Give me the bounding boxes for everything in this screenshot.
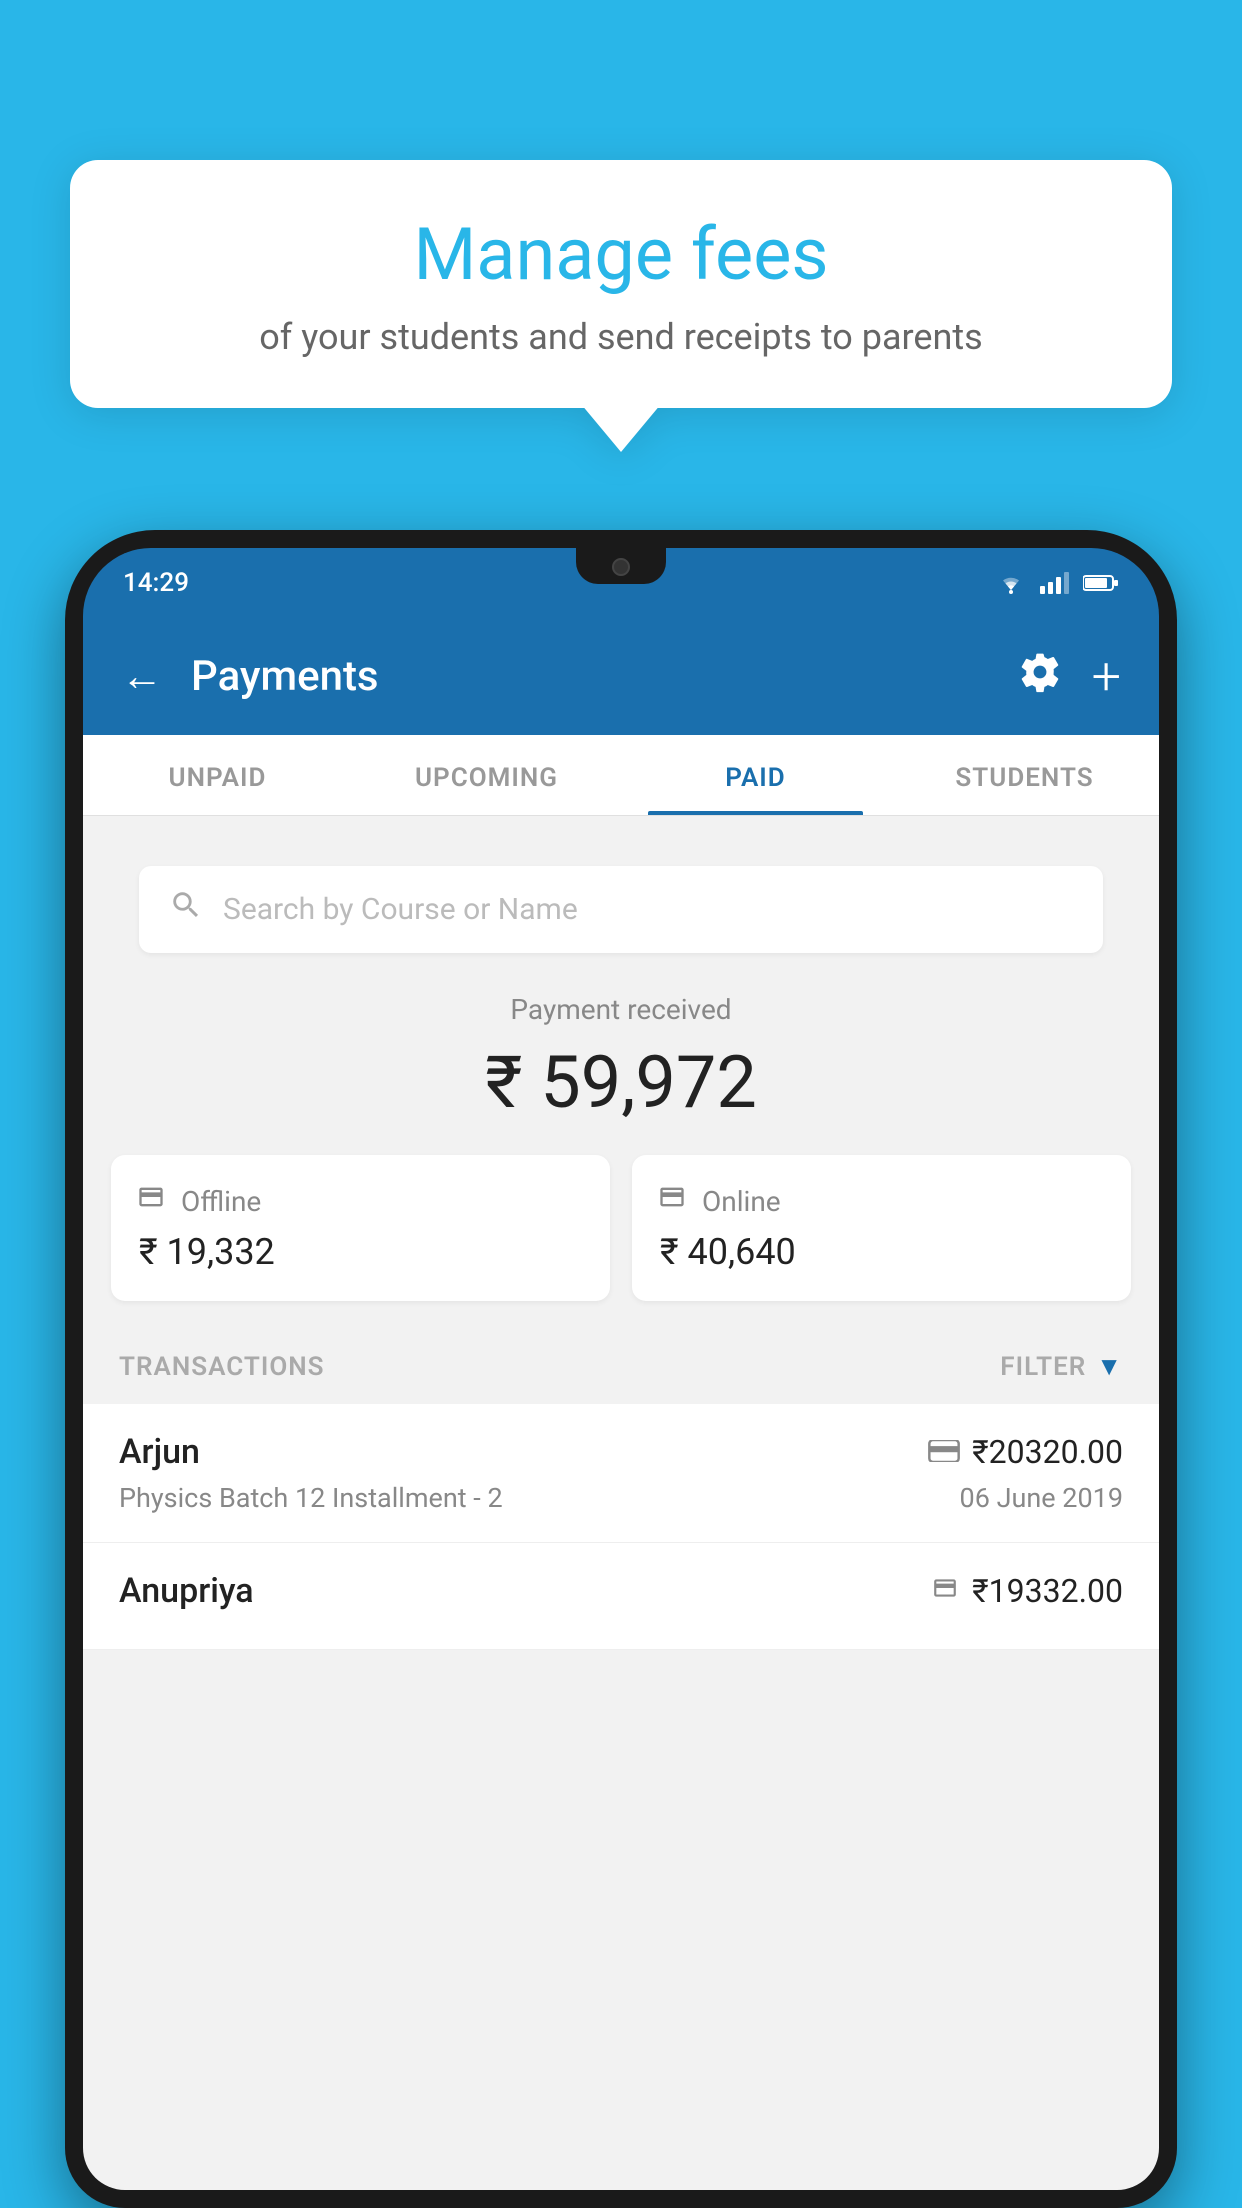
camera	[612, 558, 630, 576]
tooltip-card: Manage fees of your students and send re…	[70, 160, 1172, 408]
transaction-amount-wrap: ₹20320.00	[928, 1433, 1123, 1471]
transactions-label: TRANSACTIONS	[119, 1352, 325, 1382]
app-header: ← Payments +	[83, 618, 1159, 735]
search-placeholder: Search by Course or Name	[223, 892, 578, 927]
status-bar: 14:29	[83, 548, 1159, 618]
payment-received-label: Payment received	[111, 993, 1131, 1026]
transaction-course: Physics Batch 12 Installment - 2	[119, 1482, 503, 1514]
offline-amount: ₹ 19,332	[135, 1231, 586, 1273]
back-button[interactable]: ←	[121, 656, 163, 698]
phone-frame: 14:29	[65, 530, 1177, 2208]
status-icons	[996, 572, 1119, 594]
cash-icon	[135, 1183, 167, 1219]
phone-screen: ← Payments + UNPAID UPCOMING PAID	[83, 618, 1159, 2190]
offline-payment-card: Offline ₹ 19,332	[111, 1155, 610, 1301]
phone-notch	[576, 548, 666, 584]
tooltip-subtitle: of your students and send receipts to pa…	[130, 316, 1112, 358]
tab-upcoming[interactable]: UPCOMING	[352, 735, 621, 815]
online-amount: ₹ 40,640	[656, 1231, 1107, 1273]
tab-paid[interactable]: PAID	[621, 735, 890, 815]
signal-icon	[1040, 572, 1069, 594]
transaction-name: Anupriya	[119, 1571, 254, 1611]
payment-received-section: Payment received ₹ 59,972	[83, 953, 1159, 1155]
card-icon	[656, 1183, 688, 1219]
app-title: Payments	[191, 652, 990, 701]
header-icons: +	[1018, 646, 1121, 707]
payment-amount-total: ₹ 59,972	[111, 1040, 1131, 1125]
settings-icon[interactable]	[1018, 650, 1062, 704]
battery-icon	[1083, 574, 1119, 592]
table-row[interactable]: Arjun ₹20320.00 Physics Batch 12 Install…	[83, 1404, 1159, 1543]
tab-unpaid[interactable]: UNPAID	[83, 735, 352, 815]
tab-students[interactable]: STUDENTS	[890, 735, 1159, 815]
card-payment-icon	[928, 1436, 960, 1469]
transactions-list: Arjun ₹20320.00 Physics Batch 12 Install…	[83, 1404, 1159, 1650]
transaction-date: 06 June 2019	[960, 1482, 1123, 1514]
status-time: 14:29	[123, 568, 189, 598]
transactions-header: TRANSACTIONS FILTER ▼	[83, 1329, 1159, 1404]
add-button[interactable]: +	[1092, 646, 1121, 707]
transaction-amount-wrap: ₹19332.00	[930, 1572, 1123, 1610]
transaction-amount: ₹19332.00	[972, 1572, 1123, 1610]
transaction-name: Arjun	[119, 1432, 200, 1472]
tabs-bar: UNPAID UPCOMING PAID STUDENTS	[83, 735, 1159, 816]
transaction-amount: ₹20320.00	[972, 1433, 1123, 1471]
filter-icon: ▼	[1096, 1351, 1123, 1382]
offline-label: Offline	[181, 1185, 261, 1218]
wifi-icon	[996, 572, 1026, 594]
tooltip-title: Manage fees	[130, 215, 1112, 294]
search-bar[interactable]: Search by Course or Name	[139, 866, 1103, 953]
search-icon	[169, 888, 203, 931]
cash-payment-icon	[930, 1575, 960, 1608]
online-payment-card: Online ₹ 40,640	[632, 1155, 1131, 1301]
filter-button[interactable]: FILTER ▼	[1000, 1351, 1123, 1382]
online-label: Online	[702, 1185, 781, 1218]
table-row[interactable]: Anupriya ₹19332.00	[83, 1543, 1159, 1650]
payment-cards: Offline ₹ 19,332 Online ₹ 40,640	[111, 1155, 1131, 1301]
